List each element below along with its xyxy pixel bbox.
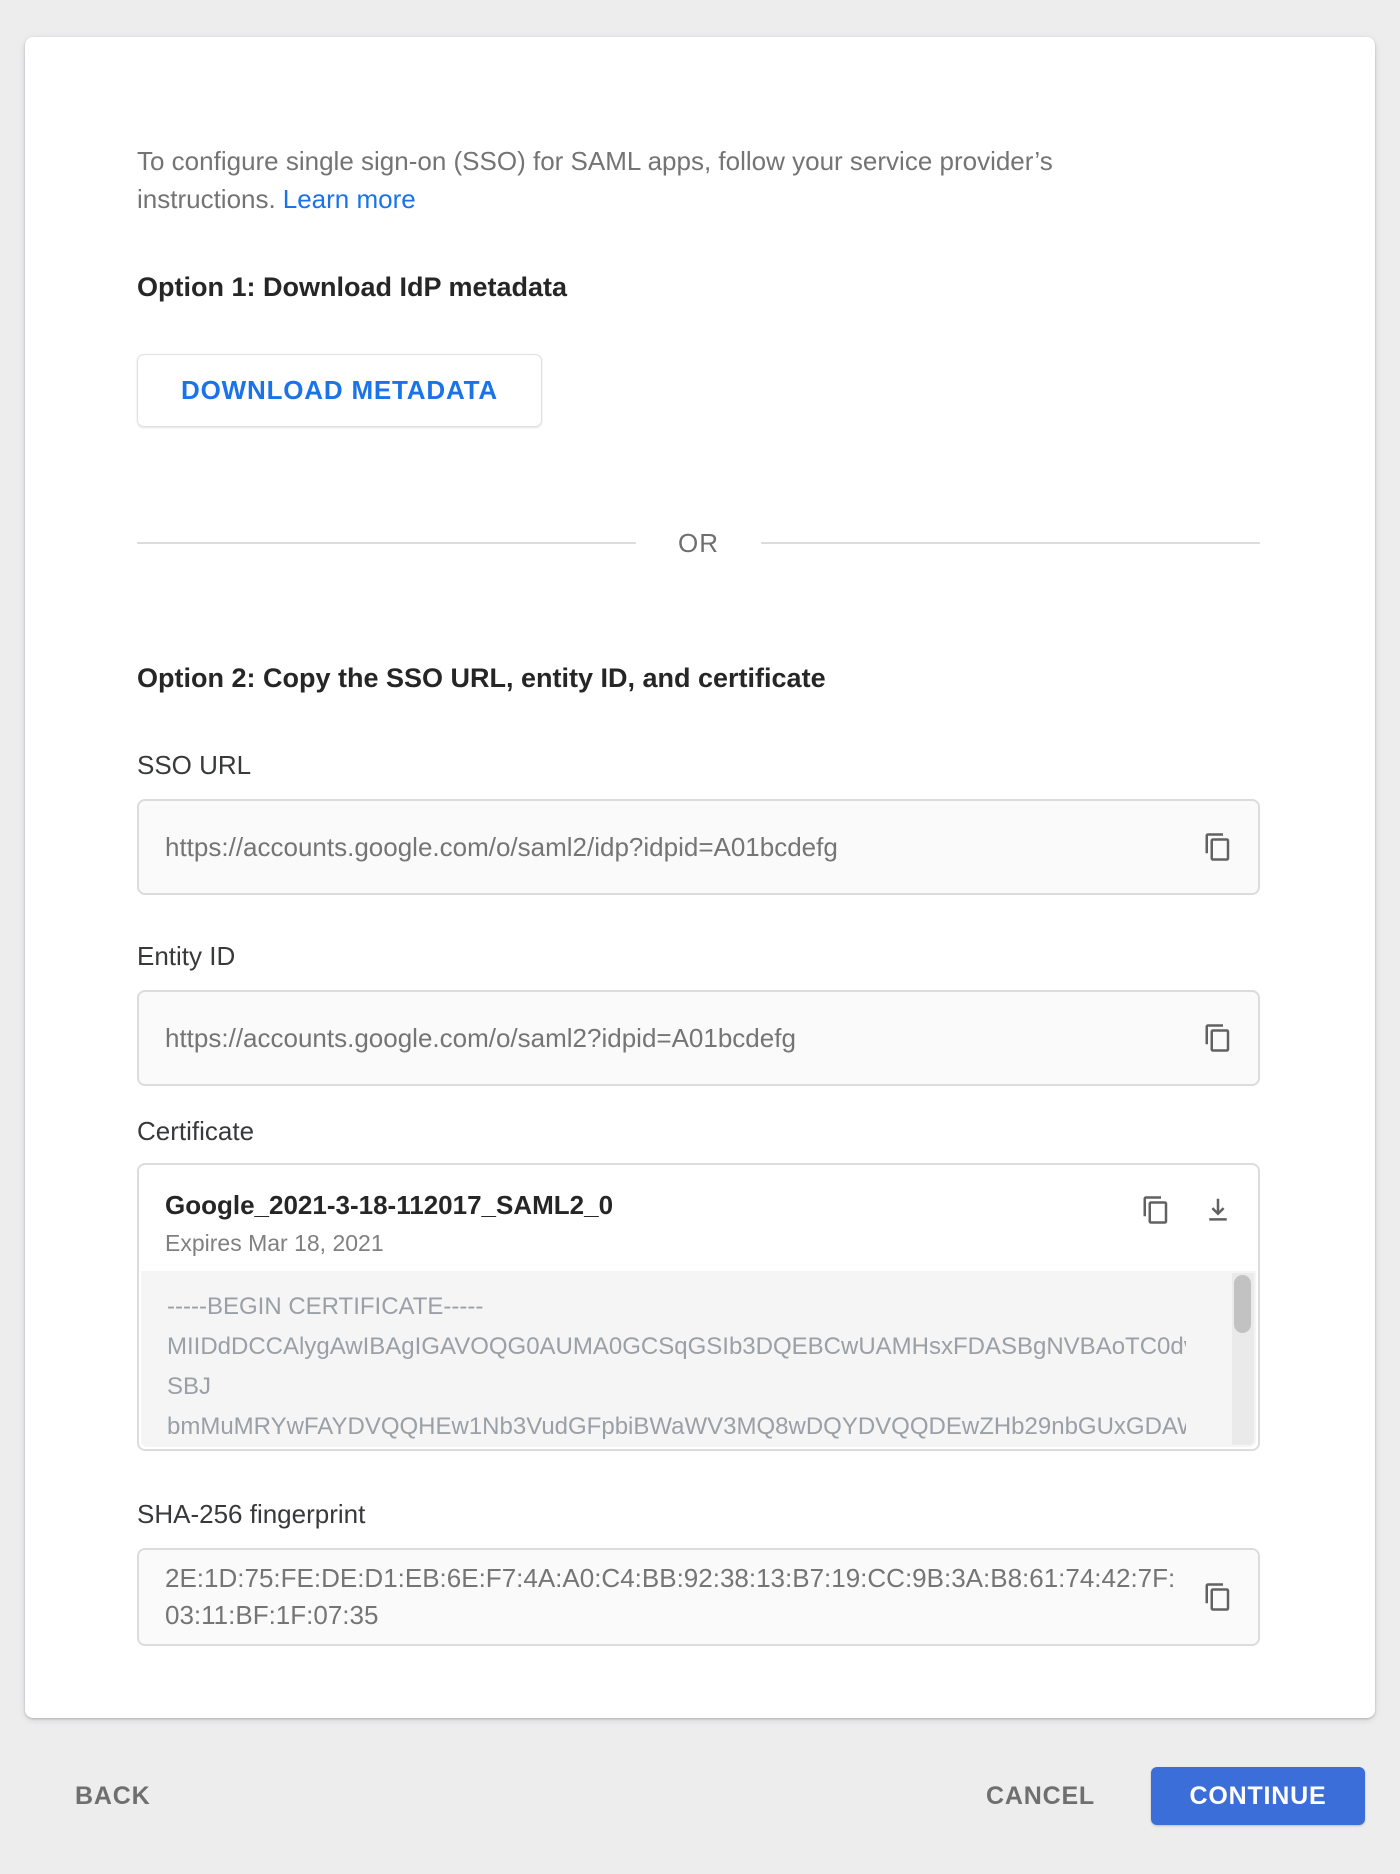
intro-text-body: To configure single sign-on (SSO) for SA… <box>137 146 1053 214</box>
learn-more-link[interactable]: Learn more <box>283 184 416 214</box>
cancel-button[interactable]: CANCEL <box>978 1772 1103 1821</box>
certificate-line: bmMuMRYwFAYDVQQHEw1Nb3VudGFpbiBWaWV3MQ8w… <box>167 1413 1186 1440</box>
entity-id-value: https://accounts.google.com/o/saml2?idpi… <box>165 1022 796 1053</box>
or-label: OR <box>678 527 719 558</box>
certificate-label: Certificate <box>137 1116 255 1146</box>
certificate-line: -----BEGIN CERTIFICATE----- <box>167 1293 484 1320</box>
sso-config-page: { "colors": { "page_bg": "#ededee", "car… <box>0 0 1400 1874</box>
copy-icon <box>1141 1195 1171 1225</box>
entity-id-label: Entity ID <box>137 941 236 971</box>
divider-line-left <box>137 542 636 544</box>
entity-id-copy-button[interactable] <box>1200 1020 1236 1056</box>
option2-heading: Option 2: Copy the SSO URL, entity ID, a… <box>137 663 826 693</box>
sso-setup-card: To configure single sign-on (SSO) for SA… <box>25 37 1375 1718</box>
certificate-actions <box>1138 1192 1236 1228</box>
continue-button[interactable]: CONTINUE <box>1151 1767 1365 1825</box>
back-button[interactable]: BACK <box>67 1772 158 1821</box>
certificate-scrollbar-track <box>1232 1273 1254 1445</box>
sso-url-value: https://accounts.google.com/o/saml2/idp?… <box>165 831 838 862</box>
sha256-label: SHA-256 fingerprint <box>137 1499 366 1529</box>
certificate-body: -----BEGIN CERTIFICATE----- MIIDdDCCAlyg… <box>141 1271 1256 1447</box>
certificate-header-text: Google_2021-3-18-112017_SAML2_0 Expires … <box>165 1190 1138 1257</box>
sso-url-copy-button[interactable] <box>1200 829 1236 865</box>
certificate-expiry: Expires Mar 18, 2021 <box>165 1230 384 1256</box>
intro-text: To configure single sign-on (SSO) for SA… <box>137 142 1257 218</box>
download-icon <box>1203 1195 1233 1225</box>
copy-icon <box>1203 1582 1233 1612</box>
certificate-scrollbar-thumb[interactable] <box>1234 1275 1251 1333</box>
certificate-header: Google_2021-3-18-112017_SAML2_0 Expires … <box>139 1165 1258 1256</box>
or-divider: OR <box>137 527 1260 559</box>
certificate-download-button[interactable] <box>1200 1192 1236 1228</box>
sha256-copy-button[interactable] <box>1200 1579 1236 1615</box>
download-metadata-button[interactable]: DOWNLOAD METADATA <box>137 354 542 427</box>
sha256-field: 2E:1D:75:FE:DE:D1:EB:6E:F7:4A:A0:C4:BB:9… <box>137 1548 1260 1646</box>
certificate-line: SBJ <box>167 1373 212 1400</box>
copy-icon <box>1203 1023 1233 1053</box>
entity-id-field: https://accounts.google.com/o/saml2?idpi… <box>137 990 1260 1086</box>
option1-heading: Option 1: Download IdP metadata <box>137 272 568 302</box>
wizard-footer: BACK CANCEL CONTINUE <box>0 1718 1400 1874</box>
copy-icon <box>1203 832 1233 862</box>
sha256-value: 2E:1D:75:FE:DE:D1:EB:6E:F7:4A:A0:C4:BB:9… <box>165 1563 1176 1630</box>
certificate-card: Google_2021-3-18-112017_SAML2_0 Expires … <box>137 1163 1260 1451</box>
sso-url-field: https://accounts.google.com/o/saml2/idp?… <box>137 799 1260 895</box>
certificate-name: Google_2021-3-18-112017_SAML2_0 <box>165 1190 614 1220</box>
certificate-line: MIIDdDCCAlygAwIBAgIGAVOQG0AUMA0GCSqGSIb3… <box>167 1333 1186 1360</box>
divider-line-right <box>761 542 1260 544</box>
certificate-copy-button[interactable] <box>1138 1192 1174 1228</box>
sso-url-label: SSO URL <box>137 750 252 780</box>
